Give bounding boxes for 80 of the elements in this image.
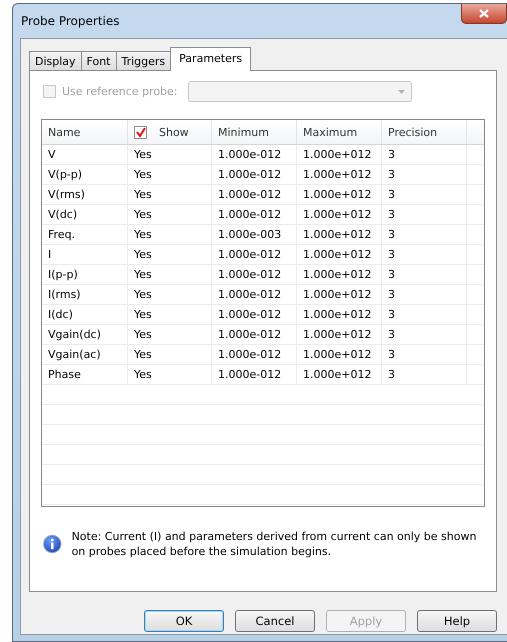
table-cell: Yes (128, 145, 212, 164)
table-cell: Yes (128, 345, 212, 364)
table-cell: 3 (382, 305, 467, 324)
table-cell: 1.000e-012 (212, 345, 297, 364)
table-cell: V(dc) (42, 205, 128, 224)
column-header[interactable]: Name (42, 120, 128, 144)
table-cell: Yes (128, 245, 212, 264)
table-cell: Yes (128, 265, 212, 284)
table-cell: 1.000e+012 (297, 365, 382, 384)
table-cell: Yes (128, 185, 212, 204)
table-cell: 1.000e-012 (212, 245, 297, 264)
checkbox-label: Use reference probe: (62, 85, 178, 98)
table-cell: 1.000e+012 (297, 205, 382, 224)
dialog-button[interactable]: OK (144, 610, 224, 632)
table-cell: Yes (128, 365, 212, 384)
column-header[interactable]: Precision (382, 120, 467, 144)
table-cell: 1.000e+012 (297, 165, 382, 184)
column-header[interactable]: Show (128, 120, 212, 144)
table-cell: Yes (128, 285, 212, 304)
table-cell: 3 (382, 345, 467, 364)
table-cell: 1.000e+012 (297, 185, 382, 204)
table-cell: Phase (42, 365, 128, 384)
tab[interactable]: Font (80, 51, 116, 71)
table-cell: 1.000e-012 (212, 165, 297, 184)
column-header[interactable]: Minimum (212, 120, 297, 144)
table-cell: 1.000e+012 (297, 265, 382, 284)
table-cell: Yes (128, 305, 212, 324)
table-cell: Yes (128, 165, 212, 184)
table-cell: 1.000e-012 (212, 365, 297, 384)
table-cell: Yes (128, 325, 212, 344)
table-cell: 3 (382, 245, 467, 264)
table-cell: 3 (382, 225, 467, 244)
table-cell: 1.000e-012 (212, 305, 297, 324)
table-cell: Yes (128, 205, 212, 224)
table-cell: 1.000e-012 (212, 325, 297, 344)
column-label: Show (159, 126, 189, 138)
table-cell: 3 (382, 265, 467, 284)
table-cell: 1.000e+012 (297, 145, 382, 164)
table-cell: I (42, 245, 128, 264)
table-cell: Freq. (42, 225, 128, 244)
table-cell: 3 (382, 285, 467, 304)
window-title: Probe Properties (21, 14, 120, 28)
table-cell: 3 (382, 325, 467, 344)
close-icon (479, 9, 489, 18)
table-cell: 3 (382, 205, 467, 224)
table-cell: 1.000e-012 (212, 265, 297, 284)
table-cell: Vgain(ac) (42, 345, 128, 364)
table-cell: 1.000e+012 (297, 225, 382, 244)
table-cell: 1.000e-012 (212, 185, 297, 204)
dropdown-arrow-icon (398, 90, 405, 94)
show-all-checkbox[interactable] (134, 126, 147, 138)
table-cell: Yes (128, 225, 212, 244)
table-cell: 1.000e-003 (212, 225, 297, 244)
table-cell: I(dc) (42, 305, 128, 324)
table-cell: 1.000e-012 (212, 145, 297, 164)
table-cell: 1.000e+012 (297, 325, 382, 344)
table-cell: 1.000e+012 (297, 345, 382, 364)
tab[interactable]: Triggers (116, 51, 172, 71)
table-cell: 3 (382, 365, 467, 384)
table-cell: 1.000e-012 (212, 205, 297, 224)
close-button[interactable] (461, 4, 507, 24)
note-text: Note: Current (I) and parameters derived from current can only be shown on probes placed before the simulation begins. (72, 529, 478, 559)
table-cell: 3 (382, 185, 467, 204)
table-cell: 1.000e+012 (297, 285, 382, 304)
table-cell: 1.000e-012 (212, 285, 297, 304)
table-cell: I(p-p) (42, 265, 128, 284)
dialog-button[interactable]: Help (417, 610, 497, 632)
table-cell: 3 (382, 165, 467, 184)
tab[interactable]: Parameters (170, 47, 252, 71)
table-cell: V(rms) (42, 185, 128, 204)
table-cell: 3 (382, 145, 467, 164)
table-cell: 1.000e+012 (297, 305, 382, 324)
table-cell: 1.000e+012 (297, 245, 382, 264)
dialog-button[interactable]: Cancel (235, 610, 315, 632)
table-cell: Vgain(dc) (42, 325, 128, 344)
table-cell: I(rms) (42, 285, 128, 304)
table-cell: V(p-p) (42, 165, 128, 184)
tab[interactable]: Display (29, 51, 82, 71)
column-header[interactable]: Maximum (297, 120, 382, 144)
table-cell: V (42, 145, 128, 164)
